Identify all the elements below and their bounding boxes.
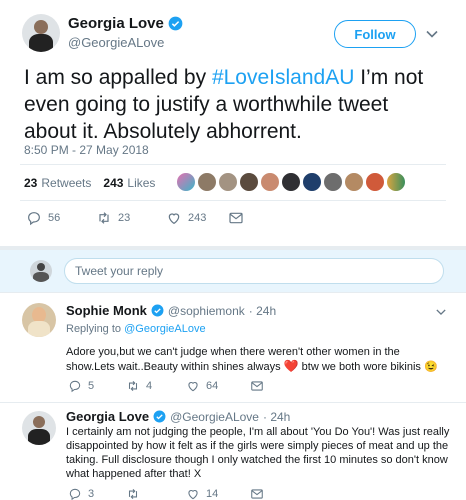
- author-name[interactable]: Georgia Love: [68, 15, 164, 32]
- reply-time[interactable]: · 24h: [263, 410, 290, 424]
- reply-author-name[interactable]: Sophie Monk: [66, 303, 147, 318]
- main-tweet: Georgia Love @GeorgieALove Follow I am s…: [0, 0, 466, 246]
- liker-avatars: [176, 172, 407, 192]
- chevron-down-icon[interactable]: [436, 307, 446, 317]
- envelope-icon: [251, 489, 263, 499]
- replying-to-handle[interactable]: @GeorgieALove: [124, 323, 206, 335]
- like-action[interactable]: 243: [166, 210, 228, 226]
- heart-icon: [168, 213, 180, 225]
- envelope-icon: [229, 212, 243, 224]
- liker-avatar[interactable]: [239, 172, 259, 192]
- heart-icon: [188, 490, 198, 500]
- author-handle[interactable]: @GeorgieALove: [68, 35, 164, 50]
- envelope-icon: [251, 381, 263, 391]
- liker-avatar[interactable]: [365, 172, 385, 192]
- retweet-count: 4: [146, 380, 153, 392]
- reply-icon: [69, 488, 81, 500]
- reply-count: 3: [88, 488, 95, 500]
- liker-avatar[interactable]: [176, 172, 196, 192]
- liker-avatar[interactable]: [386, 172, 406, 192]
- retweets-count[interactable]: 23: [24, 176, 37, 190]
- tweet-timestamp[interactable]: 8:50 PM - 27 May 2018: [24, 143, 149, 157]
- reply-tweet: Sophie Monk @sophiemonk · 24h Replying t…: [0, 292, 466, 402]
- reply-author-handle[interactable]: @GeorgieALove: [170, 410, 259, 424]
- retweet-action[interactable]: 4: [126, 379, 186, 393]
- divider: [20, 164, 446, 165]
- reply-count: 5: [88, 380, 95, 392]
- like-count: 64: [206, 380, 219, 392]
- reply-icon: [28, 212, 40, 226]
- direct-message-action[interactable]: [250, 487, 264, 500]
- reply-text-part: btw we both wore bikinis 😉: [298, 361, 438, 373]
- liker-avatar[interactable]: [260, 172, 280, 192]
- retweet-action[interactable]: [126, 487, 186, 500]
- replying-to-label: Replying to: [66, 323, 122, 335]
- reply-count: 56: [48, 212, 61, 224]
- likes-count[interactable]: 243: [103, 176, 123, 190]
- direct-message-action[interactable]: [228, 210, 244, 226]
- like-count: 14: [206, 488, 219, 500]
- likes-label[interactable]: Likes: [127, 176, 155, 190]
- author-avatar[interactable]: [22, 14, 60, 52]
- reply-author-avatar[interactable]: [22, 411, 56, 445]
- liker-avatar[interactable]: [197, 172, 217, 192]
- like-action[interactable]: 14: [186, 487, 250, 500]
- divider: [20, 200, 446, 201]
- retweet-action[interactable]: 23: [96, 210, 166, 226]
- reply-author-name[interactable]: Georgia Love: [66, 409, 149, 424]
- like-count: 243: [188, 212, 207, 224]
- direct-message-action[interactable]: [250, 379, 264, 393]
- tweet-actions: 56 23 243: [26, 210, 244, 226]
- tweet-text-part: I am so appalled by: [24, 66, 212, 89]
- liker-avatar[interactable]: [218, 172, 238, 192]
- hashtag-link[interactable]: #LoveIslandAU: [212, 66, 354, 89]
- chevron-down-icon[interactable]: [426, 28, 438, 40]
- retweet-icon: [128, 488, 138, 500]
- verified-icon: [153, 410, 166, 423]
- retweets-label[interactable]: Retweets: [41, 176, 91, 190]
- reply-author-handle[interactable]: @sophiemonk: [168, 304, 245, 318]
- reply-action[interactable]: 5: [68, 379, 126, 393]
- retweet-count: 23: [118, 212, 131, 224]
- follow-button[interactable]: Follow: [334, 20, 416, 48]
- liker-avatar[interactable]: [344, 172, 364, 192]
- reply-actions: 5 4 64: [68, 379, 264, 393]
- retweet-icon: [128, 380, 138, 392]
- reply-action[interactable]: 3: [68, 487, 126, 500]
- like-action[interactable]: 64: [186, 379, 250, 393]
- reply-tweet: Georgia Love @GeorgieALove · 24h I certa…: [0, 402, 466, 500]
- replying-to: Replying to @GeorgieALove: [66, 323, 206, 335]
- retweet-icon: [99, 212, 109, 224]
- liker-avatar[interactable]: [323, 172, 343, 192]
- reply-action[interactable]: 56: [26, 210, 96, 226]
- reply-text: I certainly am not judging the people, I…: [66, 426, 450, 480]
- verified-icon: [168, 16, 183, 31]
- heart-emoji: ❤️: [283, 359, 299, 373]
- reply-actions: 3 14: [68, 487, 264, 500]
- tweet-stats: 23 Retweets 243 Likes: [24, 176, 155, 190]
- current-user-avatar: [30, 260, 52, 282]
- verified-icon: [151, 304, 164, 317]
- reply-input[interactable]: Tweet your reply: [64, 258, 444, 284]
- heart-icon: [188, 382, 198, 392]
- liker-avatar[interactable]: [281, 172, 301, 192]
- reply-author-avatar[interactable]: [22, 303, 56, 337]
- reply-composer: Tweet your reply: [0, 250, 466, 292]
- reply-icon: [69, 380, 81, 393]
- liker-avatar[interactable]: [302, 172, 322, 192]
- reply-time[interactable]: · 24h: [249, 304, 276, 318]
- reply-text: Adore you,but we can't judge when there …: [66, 345, 450, 374]
- tweet-text: I am so appalled by #LoveIslandAU I’m no…: [24, 64, 444, 145]
